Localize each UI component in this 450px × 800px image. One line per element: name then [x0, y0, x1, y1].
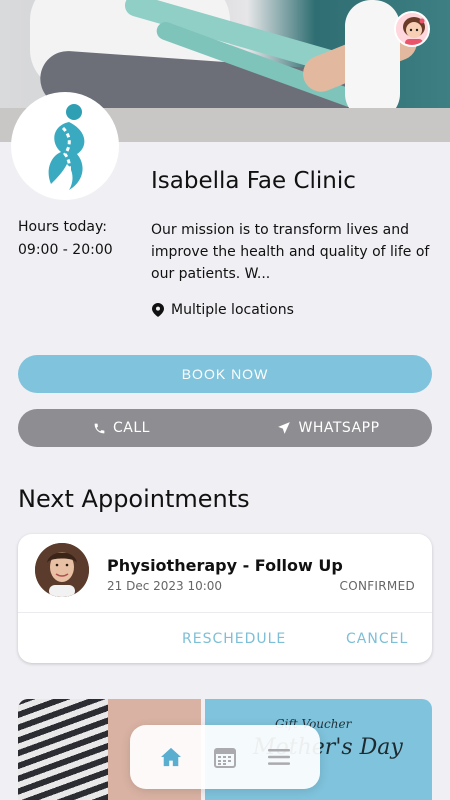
hero-foot-shape [345, 0, 400, 120]
menu-icon [268, 749, 290, 765]
phone-icon [94, 423, 105, 433]
whatsapp-label: WHATSAPP [298, 420, 380, 436]
call-label: CALL [113, 420, 150, 436]
appointment-title: Physiotherapy - Follow Up [107, 556, 343, 575]
practitioner-avatar [35, 543, 89, 597]
clinic-name: Isabella Fae Clinic [151, 168, 356, 194]
appointment-datetime: 21 Dec 2023 10:00 [107, 579, 223, 593]
mission-text: Our mission is to transform lives and im… [151, 222, 430, 282]
profile-avatar[interactable] [394, 11, 430, 47]
nav-calendar[interactable] [207, 739, 243, 775]
next-appointments-title: Next Appointments [18, 485, 250, 513]
nav-menu[interactable] [261, 739, 297, 775]
bottom-navigation [130, 725, 320, 789]
send-arrow-icon [278, 422, 291, 434]
calendar-icon [214, 748, 236, 768]
person-photo-icon [35, 543, 89, 597]
spine-logo-icon [48, 104, 85, 190]
hours-label: Hours today: [18, 219, 107, 235]
contact-button-group: CALL WHATSAPP [18, 409, 432, 447]
whatsapp-button[interactable]: WHATSAPP [225, 409, 432, 447]
cancel-button[interactable]: CANCEL [346, 631, 408, 647]
clinic-logo [11, 92, 119, 200]
home-icon [161, 747, 181, 767]
location-pin-icon [152, 303, 164, 317]
appointment-status: CONFIRMED [339, 579, 415, 593]
reschedule-button[interactable]: RESCHEDULE [182, 631, 286, 647]
appointment-card[interactable]: Physiotherapy - Follow Up 21 Dec 2023 10… [18, 534, 432, 663]
location-row[interactable]: Multiple locations [152, 302, 294, 318]
book-now-button[interactable]: BOOK NOW [18, 355, 432, 393]
card-divider [18, 612, 432, 613]
hours-value: 09:00 - 20:00 [18, 242, 113, 258]
call-button[interactable]: CALL [18, 409, 225, 447]
promo-image-stripes [18, 699, 108, 800]
nav-home[interactable] [153, 739, 189, 775]
location-text: Multiple locations [171, 302, 294, 318]
